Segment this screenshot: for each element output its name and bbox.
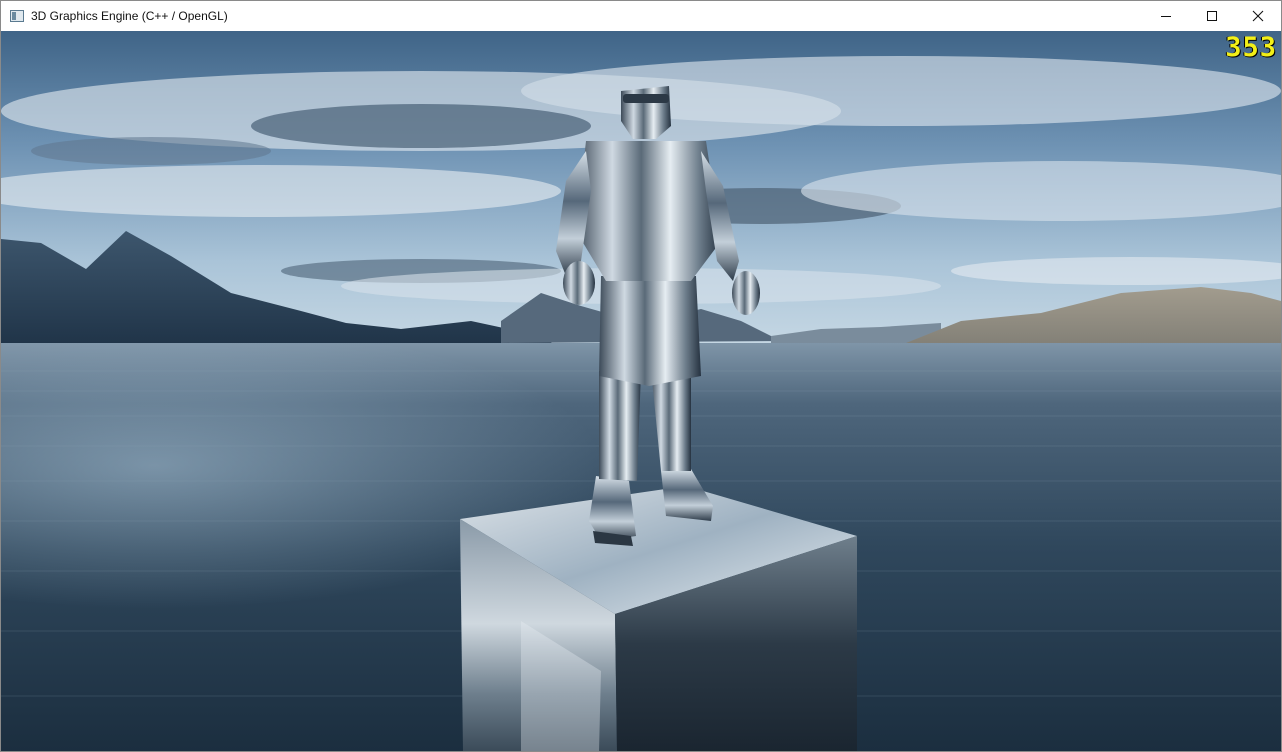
title-bar[interactable]: 3D Graphics Engine (C++ / OpenGL) — [1, 1, 1281, 31]
fps-counter: 353 — [1225, 32, 1277, 63]
minimize-button[interactable] — [1143, 1, 1189, 31]
maximize-icon — [1207, 11, 1217, 21]
maximize-button[interactable] — [1189, 1, 1235, 31]
app-window: 3D Graphics Engine (C++ / OpenGL) 353 — [0, 0, 1282, 752]
chrome-cube-pedestal — [460, 486, 857, 751]
render-viewport[interactable]: 353 — [1, 31, 1281, 751]
minimize-icon — [1161, 16, 1171, 17]
rendered-3d-scene — [1, 31, 1281, 751]
window-title: 3D Graphics Engine (C++ / OpenGL) — [31, 9, 228, 23]
app-window-icon — [10, 10, 24, 22]
close-icon — [1252, 10, 1264, 22]
close-button[interactable] — [1235, 1, 1281, 31]
